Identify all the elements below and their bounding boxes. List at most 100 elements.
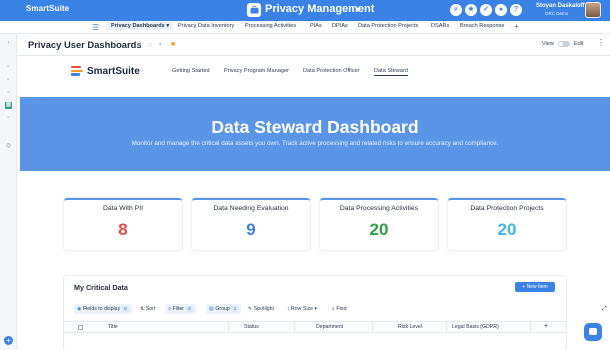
smartsuite-logo-icon bbox=[71, 66, 83, 78]
hero-title: Data Steward Dashboard bbox=[211, 117, 419, 137]
add-icon[interactable]: + bbox=[4, 336, 13, 345]
hero-subtitle: Monitor and manage the critical data ass… bbox=[131, 140, 499, 147]
kpi-value: 8 bbox=[118, 220, 128, 239]
group-label: Group bbox=[215, 306, 230, 312]
column-department[interactable]: Department bbox=[316, 324, 343, 330]
dashboard-icon[interactable]: ▦ bbox=[5, 102, 12, 109]
add-tab-icon[interactable]: + bbox=[514, 22, 519, 31]
kpi-label: Data Processing Activities bbox=[339, 205, 419, 212]
tab-data-protection-projects[interactable]: Data Protection Projects bbox=[358, 23, 418, 29]
kpi-card-data-protection-projects[interactable]: Data Protection Projects 20 bbox=[448, 198, 566, 250]
column-divider bbox=[228, 322, 229, 333]
spotlight-button[interactable]: ✎ Spotlight bbox=[248, 304, 274, 314]
kpi-label: Data Needing Evaluation bbox=[213, 205, 289, 212]
rss-icon[interactable]: ■ bbox=[171, 41, 175, 48]
settings-icon[interactable]: ◎ bbox=[5, 143, 12, 150]
check-icon[interactable]: ✓ bbox=[480, 4, 492, 16]
document-icon[interactable]: ▫ bbox=[5, 64, 12, 71]
help-icon[interactable]: ? bbox=[510, 4, 522, 16]
sort-label: Sort bbox=[145, 306, 156, 312]
document-icon[interactable]: ▫ bbox=[5, 115, 12, 122]
avatar[interactable] bbox=[585, 2, 601, 18]
kpi-label: Data With PII bbox=[102, 205, 144, 212]
hero-banner: Data Steward Dashboard Monitor and manag… bbox=[20, 97, 610, 171]
user-org: GRC Demo bbox=[545, 11, 569, 16]
view-label: View bbox=[542, 41, 554, 47]
group-button[interactable]: ▤ Group 1 bbox=[206, 304, 242, 314]
chevron-down-icon[interactable]: ▾ bbox=[137, 41, 141, 49]
lock-icon[interactable]: ▪ bbox=[159, 41, 161, 48]
expand-icon[interactable]: ⤢ bbox=[602, 306, 607, 313]
row-size-button[interactable]: ↕ Row Size ▾ bbox=[287, 304, 317, 314]
spotlight-label: Spotlight bbox=[253, 306, 274, 312]
grid-toolbar: ◉ Fields to display 5 ⇅ Sort ≡ Filter 2 ▤ … bbox=[74, 304, 554, 314]
kpi-value: 20 bbox=[369, 220, 389, 239]
kpi-label: Data Protection Projects bbox=[470, 205, 544, 212]
filter-count: 2 bbox=[186, 306, 193, 312]
top-bar: SmartSuite Privacy Management ▾ ⌕ ★ ✓ ● … bbox=[0, 0, 610, 21]
tab-dpias[interactable]: DPIAs bbox=[332, 23, 348, 29]
edit-label: Edit bbox=[574, 41, 584, 47]
briefcase-icon bbox=[247, 3, 261, 17]
nav-data-protection-officer[interactable]: Data Protection Officer bbox=[303, 68, 359, 74]
select-all-checkbox[interactable] bbox=[78, 325, 83, 330]
tab-dsars[interactable]: DSARs bbox=[431, 23, 449, 29]
fields-to-display-button[interactable]: ◉ Fields to display 5 bbox=[74, 304, 132, 314]
more-icon[interactable]: ⋮ bbox=[597, 38, 605, 47]
bell-icon[interactable]: ● bbox=[495, 4, 507, 16]
column-legal-basis[interactable]: Legal Basis (GDPR) bbox=[452, 324, 499, 330]
column-divider bbox=[294, 322, 295, 333]
column-divider bbox=[530, 322, 531, 333]
fields-label: Fields to display bbox=[82, 306, 121, 312]
sidebar: › ▫ ▫ ▫ ▦ ▫ ◎ bbox=[0, 34, 17, 350]
find-label: Find bbox=[336, 306, 347, 312]
brand-name: SmartSuite bbox=[87, 66, 140, 77]
tab-pias[interactable]: PIAs bbox=[310, 23, 322, 29]
column-title[interactable]: Title bbox=[108, 324, 118, 330]
logo[interactable]: SmartSuite bbox=[26, 4, 69, 13]
kpi-card-data-processing-activities[interactable]: Data Processing Activities 20 bbox=[320, 198, 438, 250]
nav-getting-started[interactable]: Getting Started bbox=[172, 68, 210, 74]
chat-icon[interactable] bbox=[584, 323, 602, 341]
nav-data-steward[interactable]: Data Steward bbox=[374, 68, 408, 76]
star-icon[interactable]: ☆ bbox=[147, 41, 153, 49]
add-column-icon[interactable]: + bbox=[544, 323, 548, 330]
tab-breach-response[interactable]: Breach Response bbox=[460, 23, 504, 29]
kpi-card-data-with-pii[interactable]: Data With PII 8 bbox=[64, 198, 182, 250]
column-divider bbox=[446, 322, 447, 333]
critical-data-panel: My Critical Data + New Item ◉ Fields to … bbox=[64, 276, 566, 350]
tab-label: Privacy Dashboards bbox=[111, 23, 165, 29]
column-status[interactable]: Status bbox=[244, 324, 259, 330]
find-button[interactable]: ⌕ Find bbox=[332, 304, 346, 314]
chevron-down-icon[interactable]: ▾ bbox=[356, 5, 360, 14]
document-icon[interactable]: ▫ bbox=[5, 90, 12, 97]
view-edit-toggle[interactable] bbox=[558, 41, 570, 47]
filter-label: Filter bbox=[172, 306, 184, 312]
search-icon[interactable]: ⌕ bbox=[450, 4, 462, 16]
filter-button[interactable]: ≡ Filter 2 bbox=[165, 304, 196, 314]
page-title[interactable]: Privacy User Dashboards bbox=[28, 39, 142, 50]
table-header: Title Status Department Risk Level Legal… bbox=[64, 321, 566, 333]
kpi-value: 20 bbox=[497, 220, 517, 239]
kpi-card-data-needing-evaluation[interactable]: Data Needing Evaluation 9 bbox=[192, 198, 310, 250]
column-risk-level[interactable]: Risk Level bbox=[398, 324, 422, 330]
dashboard-nav: SmartSuite Getting Started Privacy Progr… bbox=[17, 57, 610, 89]
user-name[interactable]: Stoyan Daskaloff bbox=[536, 3, 585, 9]
panel-title: My Critical Data bbox=[74, 283, 128, 292]
chevron-right-icon[interactable]: › bbox=[5, 40, 12, 47]
tab-privacy-data-inventory[interactable]: Privacy Data Inventory bbox=[178, 23, 234, 29]
tab-bar: ☰ Privacy Dashboards ▾ Privacy Data Inve… bbox=[0, 21, 610, 34]
tab-processing-activities[interactable]: Processing Activities bbox=[245, 23, 296, 29]
sort-button[interactable]: ⇅ Sort bbox=[140, 304, 155, 314]
tab-privacy-dashboards[interactable]: Privacy Dashboards ▾ bbox=[107, 22, 174, 30]
row-size-label: Row Size bbox=[291, 306, 313, 312]
column-divider bbox=[372, 322, 373, 333]
fields-count: 5 bbox=[122, 306, 129, 312]
menu-icon[interactable]: ☰ bbox=[92, 23, 99, 32]
document-icon[interactable]: ▫ bbox=[5, 77, 12, 84]
kpi-value: 9 bbox=[246, 220, 256, 239]
new-item-button[interactable]: + New Item bbox=[515, 282, 555, 292]
nav-privacy-program-manager[interactable]: Privacy Program Manager bbox=[224, 68, 289, 74]
group-count: 1 bbox=[231, 306, 239, 312]
star-icon[interactable]: ★ bbox=[465, 4, 477, 16]
